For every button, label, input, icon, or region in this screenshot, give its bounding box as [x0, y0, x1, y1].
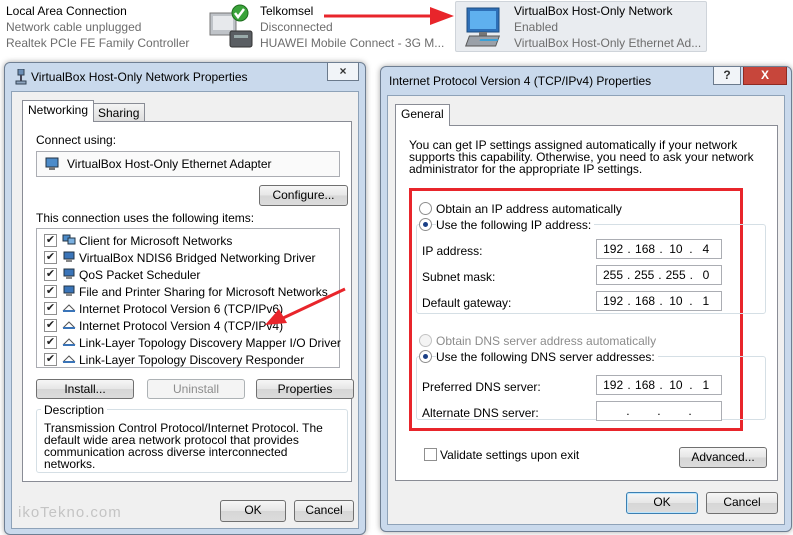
list-item[interactable]: ✔ Link-Layer Topology Discovery Responder	[37, 351, 337, 368]
item-checkbox[interactable]: ✔	[44, 336, 57, 349]
connection-device: Realtek PCIe FE Family Controller	[6, 36, 190, 50]
advanced-button[interactable]: Advanced...	[679, 447, 767, 468]
list-item[interactable]: ✔ VirtualBox NDIS6 Bridged Networking Dri…	[37, 249, 337, 266]
ip-address-label: IP address:	[422, 244, 483, 258]
sharing-icon	[62, 285, 76, 297]
window-title: Internet Protocol Version 4 (TCP/IPv4) P…	[389, 74, 652, 88]
connection-virtualbox[interactable]: VirtualBox Host-Only Network Enabled Vir…	[514, 3, 701, 51]
obtain-ip-auto-label: Obtain an IP address automatically	[436, 202, 622, 216]
ok-button[interactable]: OK	[220, 500, 286, 522]
subnet-input[interactable]: 255. 255. 255. 0	[596, 265, 722, 285]
subnet-label: Subnet mask:	[422, 270, 496, 284]
uninstall-button: Uninstall	[147, 379, 245, 399]
item-checkbox[interactable]: ✔	[44, 268, 57, 281]
connection-status: Network cable unplugged	[6, 20, 142, 34]
obtain-dns-auto-label: Obtain DNS server address automatically	[436, 334, 657, 348]
help-icon: ?	[723, 68, 731, 82]
adapter-icon	[45, 157, 59, 171]
configure-button[interactable]: Configure...	[259, 185, 348, 206]
help-button[interactable]: ?	[713, 67, 741, 85]
use-following-dns-label: Use the following DNS server addresses:	[436, 350, 658, 364]
tab-sharing[interactable]: Sharing	[92, 103, 146, 121]
tab-networking[interactable]: Networking	[22, 100, 95, 122]
protocol-icon	[62, 319, 76, 331]
window-title: VirtualBox Host-Only Network Properties	[31, 70, 248, 84]
use-following-dns-radio[interactable]	[419, 350, 432, 363]
validate-label: Validate settings upon exit	[440, 448, 580, 462]
annotation-arrow-icon	[322, 5, 457, 27]
ok-button[interactable]: OK	[626, 492, 698, 514]
close-button[interactable]: ×	[327, 63, 359, 81]
protocol-icon	[62, 302, 76, 314]
install-button[interactable]: Install...	[36, 379, 134, 399]
connection-device: HUAWEI Mobile Connect - 3G M...	[260, 36, 445, 50]
adapter-field: VirtualBox Host-Only Ethernet Adapter	[36, 151, 340, 177]
gateway-label: Default gateway:	[422, 296, 512, 310]
use-following-ip-radio[interactable]	[419, 218, 432, 231]
preferred-dns-input[interactable]: 192. 168. 10. 1	[596, 375, 722, 395]
item-checkbox[interactable]: ✔	[44, 319, 57, 332]
item-label: QoS Packet Scheduler	[79, 268, 201, 282]
protocol-icon	[62, 353, 76, 365]
item-label: Link-Layer Topology Discovery Responder	[79, 353, 305, 367]
cancel-button[interactable]: Cancel	[294, 500, 354, 522]
protocol-icon	[62, 336, 76, 348]
item-label: VirtualBox NDIS6 Bridged Networking Driv…	[79, 251, 316, 265]
scheduler-icon	[62, 268, 76, 280]
modem-icon	[206, 3, 256, 51]
connect-using-label: Connect using:	[36, 133, 117, 147]
item-checkbox[interactable]: ✔	[44, 251, 57, 264]
watermark: ikoTekno.com	[18, 504, 122, 521]
items-label: This connection uses the following items…	[36, 211, 255, 225]
item-label: Link-Layer Topology Discovery Mapper I/O…	[79, 336, 341, 350]
alternate-dns-input[interactable]: . . .	[596, 401, 722, 421]
list-item[interactable]: ✔ Client for Microsoft Networks	[37, 232, 337, 249]
gateway-input[interactable]: 192. 168. 10. 1	[596, 291, 722, 311]
close-icon: X	[760, 68, 769, 82]
general-panel: You can get IP settings assigned automat…	[395, 125, 778, 481]
intro-text: You can get IP settings assigned automat…	[409, 138, 754, 176]
description-text: Transmission Control Protocol/Internet P…	[44, 421, 323, 471]
item-checkbox[interactable]: ✔	[44, 302, 57, 315]
connection-local-area[interactable]: Local Area Connection Network cable unpl…	[6, 3, 189, 51]
alternate-dns-label: Alternate DNS server:	[422, 406, 539, 420]
validate-checkbox[interactable]	[424, 448, 437, 461]
obtain-dns-auto-radio	[419, 334, 432, 347]
connection-name: Local Area Connection	[6, 4, 127, 18]
item-label: Internet Protocol Version 4 (TCP/IPv4)	[79, 319, 284, 333]
client-icon	[62, 234, 76, 246]
item-label: Internet Protocol Version 6 (TCP/IPv6)	[79, 302, 284, 316]
close-icon: ×	[339, 64, 347, 78]
item-checkbox[interactable]: ✔	[44, 285, 57, 298]
annotation-arrow-icon	[261, 285, 351, 329]
item-checkbox[interactable]: ✔	[44, 353, 57, 366]
preferred-dns-label: Preferred DNS server:	[422, 380, 541, 394]
tab-general[interactable]: General	[395, 104, 450, 126]
adapter-name: VirtualBox Host-Only Ethernet Adapter	[67, 157, 272, 171]
use-following-ip-label: Use the following IP address:	[436, 218, 595, 232]
cancel-button[interactable]: Cancel	[706, 492, 778, 514]
description-label: Description	[41, 403, 108, 417]
network-icon	[15, 68, 27, 85]
item-label: Client for Microsoft Networks	[79, 234, 233, 248]
close-button[interactable]: X	[743, 67, 787, 85]
ip-address-input[interactable]: 192. 168. 10. 4	[596, 239, 722, 259]
connection-status: Enabled	[514, 20, 559, 34]
properties-button[interactable]: Properties	[256, 379, 354, 399]
item-checkbox[interactable]: ✔	[44, 234, 57, 247]
connection-device: VirtualBox Host-Only Ethernet Ad...	[514, 36, 702, 50]
obtain-ip-auto-radio[interactable]	[419, 202, 432, 215]
list-item[interactable]: ✔ Link-Layer Topology Discovery Mapper I/…	[37, 334, 341, 351]
ipv4-properties-window: Internet Protocol Version 4 (TCP/IPv4) P…	[380, 66, 792, 532]
network-adapter-icon	[461, 4, 509, 50]
list-item[interactable]: ✔ QoS Packet Scheduler	[37, 266, 337, 283]
driver-icon	[62, 251, 76, 263]
connection-name: VirtualBox Host-Only Network	[514, 4, 673, 18]
window-client-area: General You can get IP settings assigned…	[387, 95, 785, 525]
